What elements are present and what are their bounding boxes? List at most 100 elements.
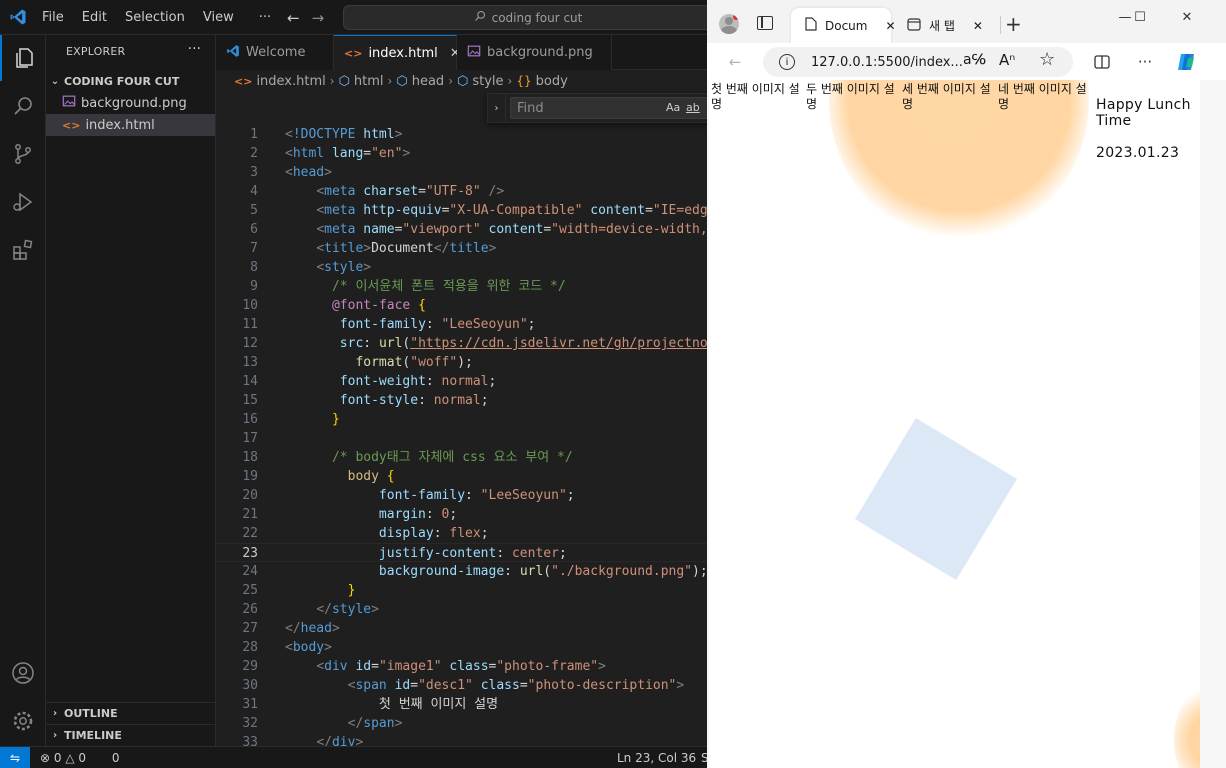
breadcrumb-item[interactable]: head <box>412 74 444 89</box>
tab-background-png[interactable]: background.png <box>457 35 612 70</box>
menu-file[interactable]: File <box>33 0 73 35</box>
code-line: 22 display: flex; <box>216 524 707 543</box>
forward-arrow-icon[interactable]: → <box>312 9 325 27</box>
browser-tab-document[interactable]: Docum ✕ <box>791 8 891 43</box>
chevron-right-icon[interactable]: › <box>488 94 506 122</box>
tab-label: background.png <box>487 45 593 60</box>
copilot-icon[interactable] <box>1174 51 1198 73</box>
page-date: 2023.01.23 <box>1096 145 1179 161</box>
page-icon <box>805 17 817 34</box>
tab-index-html[interactable]: <> index.html ✕ <box>334 35 457 70</box>
html-file-icon: <> <box>234 75 252 88</box>
code-line: 2 <html lang="en"> <box>216 144 707 163</box>
tab-welcome[interactable]: Welcome <box>216 35 334 70</box>
ports-status[interactable]: 𝋚 0 <box>108 747 119 768</box>
address-bar[interactable]: i 127.0.0.1:5500/index... a℅ Aⁿ ☆ <box>763 47 1073 77</box>
code-line: 11 font-family: "LeeSeoyun"; <box>216 315 707 334</box>
split-screen-icon[interactable] <box>1090 51 1114 73</box>
browser-scrollbar[interactable] <box>1200 80 1226 768</box>
extensions-icon[interactable] <box>0 227 46 273</box>
web-page-viewport: 첫 번째 이미지 설명 두 번째 이미지 설명 세 번째 이미지 설명 네 번째… <box>709 80 1200 768</box>
code-line: 1 <!DOCTYPE html> <box>216 125 707 144</box>
file-background-png[interactable]: background.png <box>46 92 215 114</box>
error-icon: ⊗ <box>40 751 50 765</box>
photo-description-3: 세 번째 이미지 설명 <box>902 82 994 112</box>
back-arrow-icon[interactable]: ← <box>723 51 747 73</box>
code-line: 16 } <box>216 410 707 429</box>
vscode-icon <box>226 44 240 62</box>
nav-arrows: ← → <box>287 0 324 35</box>
new-tab-plus-icon[interactable]: + <box>1005 12 1022 36</box>
search-icon[interactable] <box>0 83 46 129</box>
vscode-logo-icon <box>3 0 33 35</box>
settings-gear-icon[interactable] <box>0 698 46 744</box>
section-label: TIMELINE <box>64 729 122 742</box>
tab-label: Welcome <box>246 45 305 60</box>
code-editor[interactable]: 1 <!DOCTYPE html> 2 <html lang="en"> 3 <hea… <box>216 92 707 746</box>
reader-mode-icon[interactable]: Aⁿ <box>999 51 1015 69</box>
vscode-window: File Edit Selection View ··· ← → coding … <box>0 0 707 768</box>
chevron-right-icon: › <box>388 74 393 88</box>
explorer-title: EXPLORER <box>66 45 125 58</box>
code-line: 4 <meta charset="UTF-8" /> <box>216 182 707 201</box>
more-menu-icon[interactable]: ··· <box>1133 51 1157 73</box>
timeline-section[interactable]: › TIMELINE <box>46 724 216 746</box>
menu-edit[interactable]: Edit <box>73 0 116 35</box>
breadcrumb-item[interactable]: index.html <box>256 74 325 89</box>
section-label: OUTLINE <box>64 707 118 720</box>
warning-icon: △ <box>65 751 74 765</box>
photo-description-1: 첫 번째 이미지 설명 <box>711 82 803 112</box>
code-line: 13 format("woff"); <box>216 353 707 372</box>
folder-coding-four-cut[interactable]: ⌄ CODING FOUR CUT <box>46 70 216 92</box>
chevron-right-icon: › <box>46 730 64 741</box>
menu-selection[interactable]: Selection <box>116 0 194 35</box>
run-debug-icon[interactable] <box>0 179 46 225</box>
errors-count: 0 <box>54 751 62 765</box>
code-line: 17 <box>216 429 707 448</box>
tab-label: index.html <box>368 46 437 61</box>
code-line-current: 23 justify-content: center; <box>216 543 707 562</box>
breadcrumb-item[interactable]: style <box>472 74 503 89</box>
more-actions-icon[interactable]: ··· <box>188 41 201 57</box>
code-line: 15 font-style: normal; <box>216 391 707 410</box>
remote-indicator-icon[interactable]: ⇋ <box>0 747 30 768</box>
source-control-icon[interactable] <box>0 131 46 177</box>
menu-more[interactable]: ··· <box>243 0 280 35</box>
menu-view[interactable]: View <box>194 0 243 35</box>
vertical-tabs-icon[interactable] <box>757 16 773 30</box>
edge-browser-window: Docum ✕ 새 탭 ✕ + — ☐ ✕ ← i 127.0.0.1:5500… <box>707 0 1226 768</box>
code-line: 26 </style> <box>216 600 707 619</box>
breadcrumb: <> index.html › ⬡ html › ⬡ head › ⬡ styl… <box>216 70 707 92</box>
account-icon[interactable] <box>0 650 46 696</box>
code-line: 25 } <box>216 581 707 600</box>
profile-avatar[interactable] <box>719 14 739 34</box>
back-arrow-icon[interactable]: ← <box>287 9 300 27</box>
browser-tab-new[interactable]: 새 탭 ✕ <box>893 8 997 43</box>
tab-separator <box>1000 16 1001 34</box>
command-center-label: coding four cut <box>492 11 583 25</box>
command-center[interactable]: coding four cut <box>343 5 707 30</box>
match-case-toggle[interactable]: Aa <box>666 101 680 114</box>
browser-tab-strip: Docum ✕ 새 탭 ✕ + — ☐ ✕ <box>707 0 1226 43</box>
background-blob <box>1174 680 1200 768</box>
whole-word-toggle[interactable]: ab <box>686 101 700 114</box>
search-icon <box>474 10 486 25</box>
breadcrumb-item[interactable]: body <box>536 74 568 89</box>
browser-toolbar: ← i 127.0.0.1:5500/index... a℅ Aⁿ ☆ ··· <box>707 43 1226 80</box>
cursor-position[interactable]: Ln 23, Col 36 <box>617 747 696 768</box>
code-line: 10 @font-face { <box>216 296 707 315</box>
image-file-icon <box>467 44 481 62</box>
maximize-icon[interactable]: ☐ <box>1125 6 1155 28</box>
errors-status[interactable]: ⊗ 0 △ 0 <box>40 747 86 768</box>
close-icon[interactable]: ✕ <box>973 19 983 33</box>
favorite-star-icon[interactable]: ☆ <box>1039 49 1055 70</box>
file-index-html[interactable]: <> index.html <box>46 114 215 136</box>
explorer-sidebar: EXPLORER ··· ⌄ CODING FOUR CUT backgroun… <box>46 35 216 746</box>
close-window-icon[interactable]: ✕ <box>1172 6 1202 28</box>
code-line: 14 font-weight: normal; <box>216 372 707 391</box>
read-aloud-icon[interactable]: a℅ <box>963 52 986 68</box>
outline-section[interactable]: › OUTLINE <box>46 702 216 724</box>
breadcrumb-item[interactable]: html <box>354 74 384 89</box>
explorer-icon[interactable] <box>0 35 46 81</box>
background-square <box>855 418 1017 580</box>
